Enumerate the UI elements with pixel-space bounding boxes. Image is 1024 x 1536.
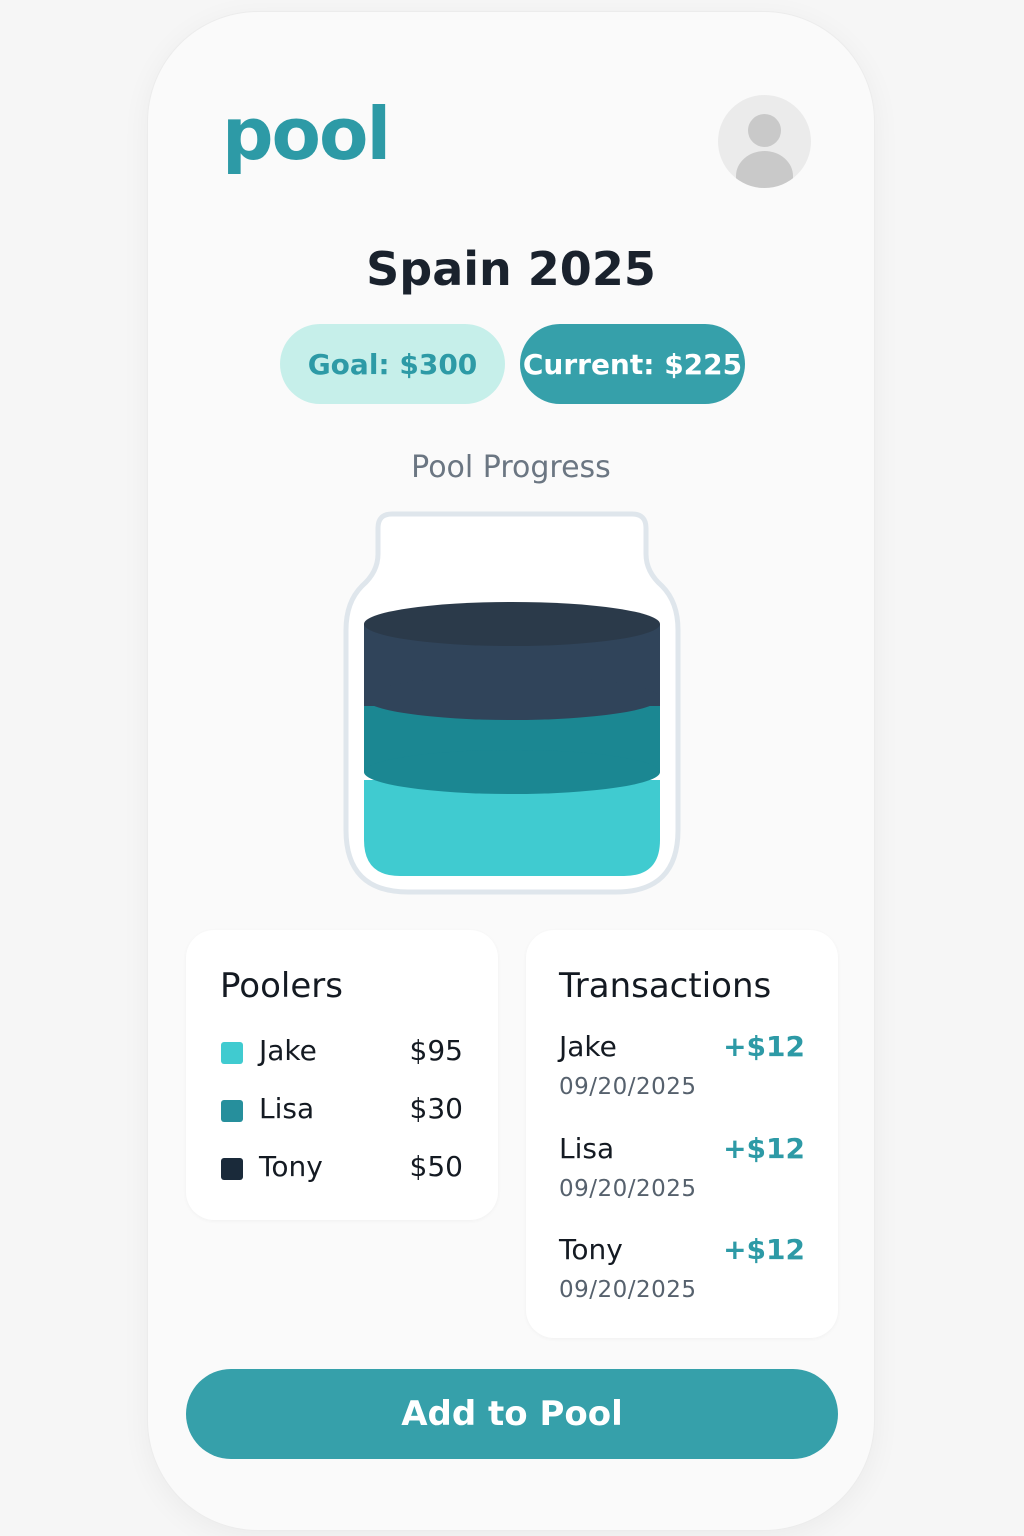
transaction-amount: +$12 — [723, 1132, 805, 1165]
tony-color-swatch — [221, 1158, 243, 1180]
transaction-row[interactable]: Tony +$12 09/20/2025 — [559, 1233, 805, 1313]
transaction-row[interactable]: Lisa +$12 09/20/2025 — [559, 1132, 805, 1212]
transaction-date: 09/20/2025 — [559, 1277, 697, 1303]
avatar-body — [736, 151, 793, 188]
transactions-card: Transactions Jake +$12 09/20/2025 Lisa +… — [526, 930, 838, 1338]
lisa-color-swatch — [221, 1100, 243, 1122]
jar-layer-tony-bottom — [364, 676, 660, 720]
pooler-row-tony: Tony $50 — [221, 1148, 463, 1188]
current-badge: Current: $225 — [520, 324, 745, 404]
jake-color-swatch — [221, 1042, 243, 1064]
transaction-row[interactable]: Jake +$12 09/20/2025 — [559, 1030, 805, 1110]
pooler-amount: $30 — [409, 1092, 463, 1125]
transaction-name: Lisa — [559, 1132, 615, 1165]
avatar-head — [748, 114, 781, 147]
transaction-date: 09/20/2025 — [559, 1074, 697, 1100]
transaction-date: 09/20/2025 — [559, 1176, 697, 1202]
pooler-name: Jake — [259, 1034, 317, 1067]
poolers-card: Poolers Jake $95 Lisa $30 Tony $50 — [186, 930, 498, 1220]
transaction-name: Jake — [559, 1030, 617, 1063]
pooler-row-jake: Jake $95 — [221, 1032, 463, 1072]
transaction-amount: +$12 — [723, 1233, 805, 1266]
jar-layer-tony-top — [364, 602, 660, 646]
pool-progress-label: Pool Progress — [411, 450, 611, 485]
transaction-name: Tony — [559, 1233, 623, 1266]
user-avatar-icon[interactable] — [718, 95, 811, 188]
transactions-title: Transactions — [559, 966, 772, 1006]
jar-layer-jake — [364, 780, 660, 876]
pooler-name: Lisa — [259, 1092, 315, 1125]
pooler-amount: $50 — [409, 1150, 463, 1183]
jar-layer-lisa-bottom — [364, 750, 660, 794]
transaction-amount: +$12 — [723, 1030, 805, 1063]
add-to-pool-button[interactable]: Add to Pool — [186, 1369, 838, 1459]
goal-badge: Goal: $300 — [280, 324, 505, 404]
poolers-title: Poolers — [220, 966, 343, 1006]
app-logo: pool — [222, 92, 391, 176]
pool-jar-chart — [343, 511, 681, 895]
pooler-name: Tony — [259, 1150, 323, 1183]
pool-title: Spain 2025 — [366, 242, 656, 296]
pooler-amount: $95 — [409, 1034, 463, 1067]
pooler-row-lisa: Lisa $30 — [221, 1090, 463, 1130]
